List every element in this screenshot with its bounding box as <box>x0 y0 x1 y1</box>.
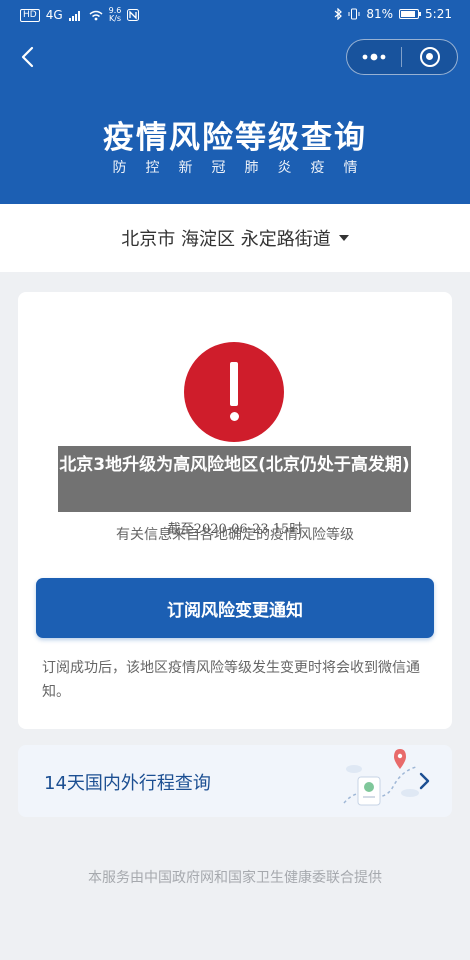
location-text: 北京市 海淀区 永定路街道 <box>121 229 331 250</box>
source-note: 有关信息来自各地确定的疫情风险等级 <box>116 527 354 543</box>
bluetooth-icon <box>334 8 343 20</box>
close-mini-program-button[interactable] <box>402 40 457 74</box>
hd-badge: HD <box>20 8 40 22</box>
battery-percent: 81% <box>366 7 394 21</box>
network-speed: 9.6 K/s <box>108 6 122 23</box>
itinerary-label: 14天国内外行程查询 <box>44 773 211 794</box>
chevron-right-icon <box>419 772 430 790</box>
caret-down-icon <box>338 235 349 241</box>
battery-icon <box>399 9 422 19</box>
nfc-icon <box>127 9 140 21</box>
page-subtitle: 防控新冠肺炎疫情 <box>112 160 377 176</box>
location-selector[interactable]: 北京市 海淀区 永定路街道 <box>0 204 470 272</box>
mini-program-capsule <box>346 39 458 75</box>
page-title: 疫情风险等级查询 <box>103 120 367 156</box>
back-button[interactable] <box>14 42 40 72</box>
exclamation-icon <box>184 342 284 442</box>
more-dots-icon <box>362 53 386 61</box>
more-options-button[interactable] <box>347 40 401 74</box>
service-provider-note: 本服务由中国政府网和国家卫生健康委联合提供 <box>88 870 382 886</box>
subscribe-note: 订阅成功后，该地区疫情风险等级发生变更时将会收到微信通知。 <box>42 660 420 700</box>
page-header: HD 4G 9.6 K/s 81% 5:21 疫情风险等级查询 防控新冠肺炎疫情 <box>0 0 470 204</box>
subscribe-button[interactable]: 订阅风险变更通知 <box>36 578 434 638</box>
itinerary-query-card[interactable]: 14天国内外行程查询 <box>18 745 452 817</box>
target-icon <box>419 47 440 67</box>
map-route-icon <box>343 749 419 806</box>
status-bar: HD 4G 9.6 K/s 81% 5:21 <box>0 0 470 30</box>
clock: 5:21 <box>425 7 452 21</box>
wifi-icon <box>89 10 103 20</box>
chevron-left-icon <box>21 46 34 68</box>
vibrate-icon <box>348 8 360 20</box>
signal-icon <box>68 10 80 21</box>
news-headline-overlay: 北京3地升级为高风险地区(北京仍处于高发期) <box>58 446 411 512</box>
network-label: 4G <box>45 8 63 22</box>
